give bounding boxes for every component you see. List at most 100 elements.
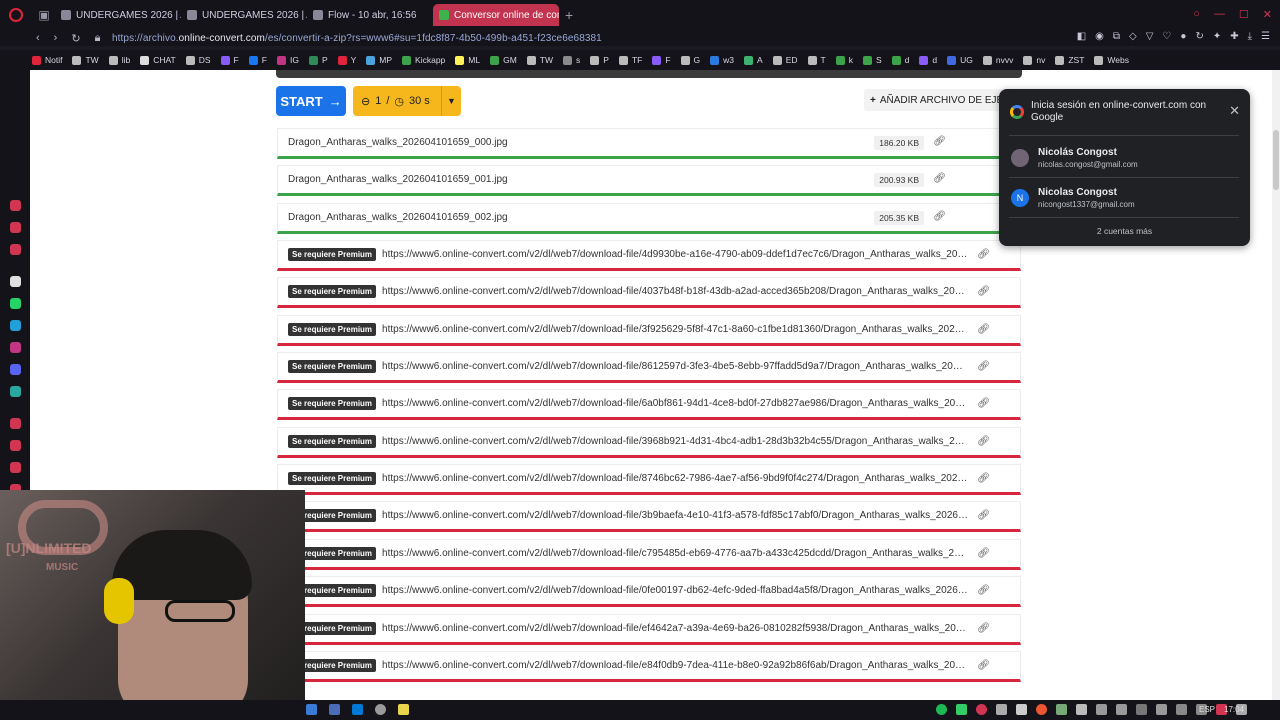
url-field[interactable]: https://archivo.online-convert.com/es/co… [112, 33, 602, 44]
bookmark-item[interactable]: Y [337, 55, 356, 65]
bookmark-item[interactable]: A [744, 55, 763, 65]
tab-undergames-2[interactable]: UNDERGAMES 2026 | Acc [181, 4, 307, 26]
new-tab-button[interactable]: + [565, 7, 573, 23]
conversion-options-button[interactable]: ⊖ 1 / ◷ 30 s ▼ [353, 86, 461, 116]
taskbar-files-icon[interactable] [329, 704, 340, 715]
link-icon[interactable]: 🔗︎ [977, 548, 990, 559]
sidebar-toggle-icon[interactable]: ◧ [1077, 31, 1086, 42]
tab-online-convert[interactable]: Conversor online de comp× [433, 4, 559, 26]
download-link[interactable]: https://www6.online-convert.com/v2/dl/we… [382, 361, 968, 372]
link-icon[interactable]: 🔗︎ [933, 136, 946, 147]
download-link[interactable]: https://www6.online-convert.com/v2/dl/we… [382, 660, 968, 671]
bookmark-item[interactable]: F [220, 55, 239, 65]
link-icon[interactable]: 🔗︎ [977, 473, 990, 484]
bookmark-item[interactable]: Notif [32, 55, 62, 65]
bookmark-item[interactable]: UG [947, 55, 973, 65]
download-link[interactable]: https://www6.online-convert.com/v2/dl/we… [382, 324, 968, 335]
bookmark-item[interactable]: Kickapp [402, 55, 445, 65]
link-icon[interactable]: 🔗︎ [977, 585, 990, 596]
maximize-icon[interactable]: ☐ [1239, 8, 1249, 21]
tray-app-icon[interactable] [1136, 704, 1147, 715]
tab-undergames-1[interactable]: UNDERGAMES 2026 | Acc [55, 4, 181, 26]
download-link[interactable]: https://www6.online-convert.com/v2/dl/we… [382, 623, 968, 634]
link-icon[interactable]: 🔗︎ [933, 211, 946, 222]
link-icon[interactable]: 🔗︎ [977, 361, 990, 372]
sidebar-whatsapp-icon[interactable] [10, 298, 21, 309]
extension-badge-icon[interactable]: ● [1180, 31, 1186, 42]
bookmark-item[interactable]: DS [185, 55, 211, 65]
sidebar-settings-icon[interactable] [10, 462, 21, 473]
download-link[interactable]: https://www6.online-convert.com/v2/dl/we… [382, 398, 968, 409]
bookmark-item[interactable]: k [835, 55, 853, 65]
bookmark-icon[interactable]: ▽ [1146, 31, 1154, 42]
link-icon[interactable]: 🔗︎ [977, 623, 990, 634]
bookmark-item[interactable]: nvvv [982, 55, 1013, 65]
heart-icon[interactable]: ♡ [1162, 31, 1171, 42]
extension-icon[interactable]: ✦ [1213, 31, 1221, 42]
link-icon[interactable]: 🔗︎ [977, 436, 990, 447]
bookmark-item[interactable]: MP [366, 55, 392, 65]
tab-flow[interactable]: Flow - 10 abr, 16:56 [307, 4, 433, 26]
link-icon[interactable]: 🔗︎ [977, 249, 990, 260]
more-accounts-link[interactable]: 2 cuentas más [999, 226, 1250, 236]
bookmark-item[interactable]: P [308, 55, 328, 65]
opera-logo-icon[interactable] [9, 8, 23, 22]
clock[interactable]: 17:04 [1224, 705, 1244, 714]
download-link[interactable]: https://www6.online-convert.com/v2/dl/we… [382, 548, 968, 559]
google-account-2[interactable]: N Nicolas Congost nicongost1337@gmail.co… [999, 179, 1250, 217]
sidebar-telegram-icon[interactable] [10, 320, 21, 331]
menu-icon[interactable]: ☰ [1261, 31, 1270, 42]
minimize-icon[interactable]: — [1214, 8, 1225, 21]
sidebar-chatgpt-icon[interactable] [10, 276, 21, 287]
taskbar-vscode-icon[interactable] [352, 704, 363, 715]
scrollbar-thumb[interactable] [1273, 130, 1279, 190]
download-link[interactable]: https://www6.online-convert.com/v2/dl/we… [382, 286, 968, 297]
tray-app-icon[interactable] [1076, 704, 1087, 715]
taskbar-app-icon[interactable] [306, 704, 317, 715]
link-icon[interactable]: 🔗︎ [977, 286, 990, 297]
sidebar-app-icon[interactable] [10, 386, 21, 397]
snapshot-icon[interactable]: ⧉ [1113, 31, 1120, 42]
refresh-ext-icon[interactable]: ↻ [1195, 31, 1203, 42]
download-link[interactable]: https://www6.online-convert.com/v2/dl/we… [382, 585, 968, 596]
bookmark-item[interactable]: TW [526, 55, 553, 65]
bookmark-item[interactable]: IG [276, 55, 299, 65]
sidebar-discord-icon[interactable] [10, 364, 21, 375]
bookmark-item[interactable]: T [807, 55, 826, 65]
google-account-1[interactable]: Nicolás Congost nicolas.congost@gmail.co… [999, 139, 1250, 177]
tray-app-icon[interactable] [1176, 704, 1187, 715]
tray-app-icon[interactable] [1156, 704, 1167, 715]
bookmark-item[interactable]: nv [1023, 55, 1045, 65]
bookmark-item[interactable]: ML [455, 55, 480, 65]
start-button[interactable]: START → [276, 86, 346, 116]
bookmark-item[interactable]: CHAT [140, 55, 176, 65]
tray-app-icon[interactable] [1016, 704, 1027, 715]
sidebar-store-icon[interactable] [10, 222, 21, 233]
taskbar-notes-icon[interactable] [398, 704, 409, 715]
bookmark-item[interactable]: TW [72, 55, 99, 65]
forward-icon[interactable]: › [54, 32, 58, 45]
bookmark-item[interactable]: w3 [710, 55, 734, 65]
bookmark-item[interactable]: d [891, 55, 909, 65]
download-icon[interactable]: ⤓ [1248, 31, 1252, 42]
sidebar-instagram-icon[interactable] [10, 342, 21, 353]
bookmark-item[interactable]: d [919, 55, 937, 65]
sidebar-music-icon[interactable] [10, 244, 21, 255]
network-icon[interactable] [1116, 704, 1127, 715]
close-window-icon[interactable]: ✕ [1263, 8, 1272, 21]
back-icon[interactable]: ‹ [36, 32, 40, 45]
bookmark-item[interactable]: TF [618, 55, 642, 65]
sidebar-player-icon[interactable] [10, 418, 21, 429]
vpn-icon[interactable]: ◇ [1129, 31, 1137, 42]
puzzle-icon[interactable]: ✚ [1230, 31, 1238, 42]
close-icon[interactable]: ✕ [1229, 103, 1240, 119]
bookmark-item[interactable]: Webs [1094, 55, 1129, 65]
bookmark-item[interactable]: GM [490, 55, 517, 65]
volume-icon[interactable] [1096, 704, 1107, 715]
chevron-down-icon[interactable]: ▼ [441, 86, 461, 116]
download-link[interactable]: https://www6.online-convert.com/v2/dl/we… [382, 510, 968, 521]
download-link[interactable]: https://www6.online-convert.com/v2/dl/we… [382, 249, 968, 260]
bookmark-item[interactable]: s [563, 55, 580, 65]
bookmark-item[interactable]: ZST [1055, 55, 1084, 65]
bookmark-item[interactable]: lib [108, 55, 130, 65]
